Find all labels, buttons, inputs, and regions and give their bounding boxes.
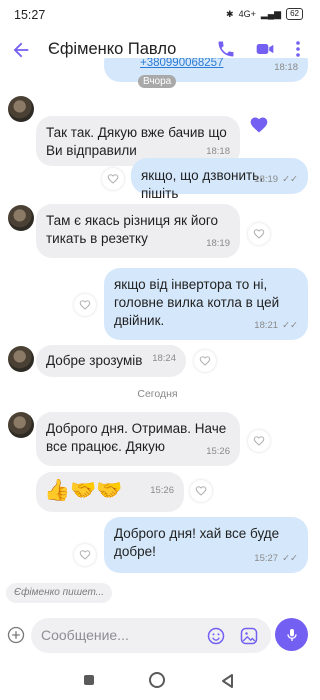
message-text: Так так. Дякую вже бачив що Ви відправил… <box>46 125 227 158</box>
attach-plus-icon[interactable] <box>7 626 25 644</box>
status-time: 15:27 <box>14 8 46 22</box>
message-incoming[interactable]: Доброго дня. Отримав. Наче все працює. Д… <box>36 412 240 466</box>
like-reaction-button[interactable] <box>190 480 212 502</box>
system-navigation-bar <box>0 660 315 700</box>
status-icons: ✱ 4G+ ▂▄▆ 62 <box>226 8 303 20</box>
message-placeholder: Сообщение... <box>41 627 129 643</box>
like-reaction-button[interactable] <box>248 223 270 245</box>
heart-outline-icon <box>79 550 91 560</box>
more-options-icon[interactable] <box>290 39 306 59</box>
like-reaction-button[interactable] <box>194 350 216 372</box>
message-outgoing[interactable]: якщо від інвертора то ні, головне вилка … <box>104 268 308 340</box>
read-checks-icon: ✓✓ <box>282 320 298 331</box>
like-reaction-button[interactable] <box>74 544 96 566</box>
contact-name[interactable]: Єфіменко Павло <box>48 40 176 59</box>
avatar[interactable] <box>8 96 34 122</box>
video-call-icon[interactable] <box>254 39 276 59</box>
message-meta: 18:24 <box>152 353 176 364</box>
message-text: Там є якась різниця як його тикать в рез… <box>46 213 219 246</box>
heart-outline-icon <box>195 486 207 496</box>
heart-outline-icon <box>107 174 119 184</box>
message-meta: 18:18 <box>274 62 298 73</box>
message-meta: 15:26 <box>206 446 230 457</box>
status-bar: 15:27 ✱ 4G+ ▂▄▆ 62 <box>0 0 315 30</box>
system-back-icon[interactable] <box>220 673 234 689</box>
message-outgoing[interactable]: якщо, що дзвонить, пішіть 18:19 ✓✓ <box>131 158 308 201</box>
message-text: Доброго дня. Отримав. Наче все працює. Д… <box>46 421 227 454</box>
read-checks-icon: ✓✓ <box>282 174 298 185</box>
message-meta: 18:19 <box>206 238 230 249</box>
signal-icon: ▂▄▆ <box>260 8 282 19</box>
heart-outline-icon <box>253 229 265 239</box>
message-meta: 18:19 ✓✓ <box>254 171 298 189</box>
microphone-icon <box>286 628 297 641</box>
chat-area[interactable]: +380990068257 18:18 Вчора Так так. Дякую… <box>0 58 315 610</box>
phone-number-link[interactable]: +380990068257 <box>140 58 223 72</box>
phone-call-icon[interactable] <box>216 39 236 59</box>
avatar[interactable] <box>8 412 34 438</box>
message-incoming[interactable]: Там є якась різниця як його тикать в рез… <box>36 204 240 258</box>
typing-indicator: Єфіменко пишет... <box>6 583 112 603</box>
message-outgoing-partial[interactable]: +380990068257 18:18 <box>104 58 308 82</box>
network-label: 4G+ <box>238 9 256 19</box>
bluetooth-icon: ✱ <box>226 8 234 19</box>
avatar[interactable] <box>8 205 34 231</box>
heart-reaction-icon[interactable] <box>249 115 269 135</box>
message-incoming[interactable]: Добре зрозумів 18:24 <box>36 345 186 377</box>
message-input[interactable]: Сообщение... <box>31 618 271 653</box>
message-meta: 15:26 <box>150 485 174 496</box>
message-meta: 18:21 ✓✓ <box>254 317 298 335</box>
like-reaction-button[interactable] <box>248 430 270 452</box>
home-button[interactable] <box>149 672 165 688</box>
like-reaction-button[interactable] <box>102 168 124 190</box>
message-composer: Сообщение... <box>0 610 315 660</box>
heart-outline-icon <box>253 436 265 446</box>
heart-outline-icon <box>79 300 91 310</box>
date-badge: Вчора <box>138 75 177 88</box>
message-meta: 15:27 ✓✓ <box>254 550 298 568</box>
battery-icon: 62 <box>286 8 303 20</box>
date-separator: Сегодня <box>137 388 178 400</box>
recents-button[interactable] <box>84 675 94 685</box>
heart-outline-icon <box>199 356 211 366</box>
avatar[interactable] <box>8 346 34 372</box>
message-outgoing[interactable]: Доброго дня! хай все буде добре! 15:27 ✓✓ <box>104 517 308 573</box>
gallery-icon[interactable] <box>239 626 259 646</box>
like-reaction-button[interactable] <box>74 294 96 316</box>
read-checks-icon: ✓✓ <box>282 553 298 564</box>
message-incoming-emoji[interactable]: 👍🤝🤝 15:26 <box>36 472 184 512</box>
emoji-icon[interactable] <box>206 626 226 646</box>
voice-message-button[interactable] <box>275 618 308 651</box>
